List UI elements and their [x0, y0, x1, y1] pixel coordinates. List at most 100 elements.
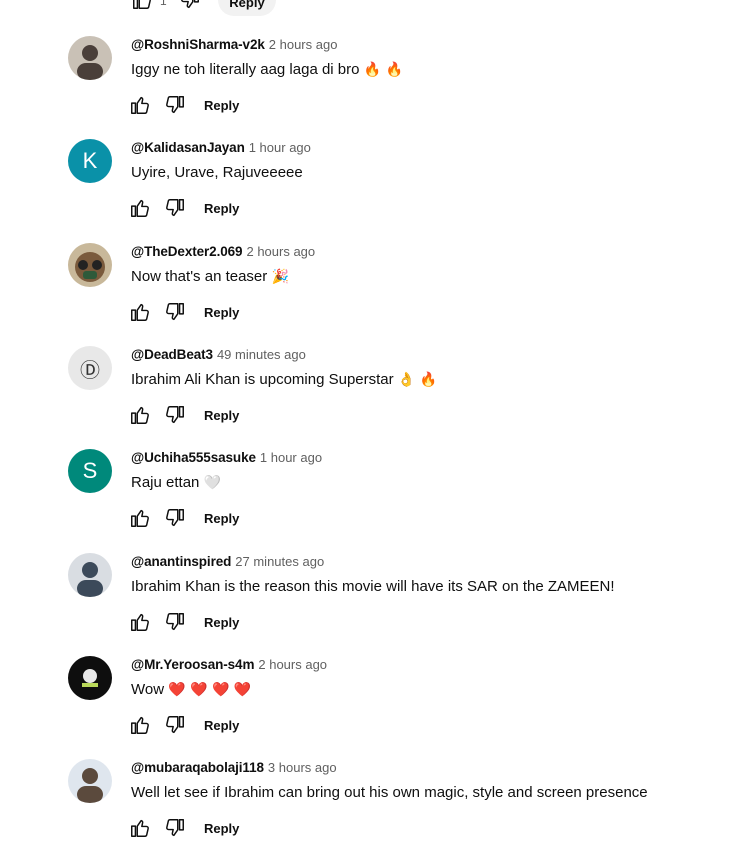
comment-timestamp[interactable]: 2 hours ago [246, 244, 315, 259]
comment-emoji: 🤍 [203, 475, 221, 491]
reply-button[interactable]: Reply [202, 404, 241, 427]
comment-item: Ⓓ @DeadBeat3 49 minutes ago Ibrahim Ali Kha… [68, 346, 738, 446]
thumbs-down-icon [166, 406, 184, 424]
reply-button[interactable]: Reply [218, 0, 276, 16]
comment-text: Raju ettan 🤍 [131, 474, 221, 491]
comment-timestamp[interactable]: 49 minutes ago [217, 347, 306, 362]
comment-actions: Reply [128, 93, 241, 117]
previous-comment-actions: 1 Reply [0, 0, 750, 20]
reply-button[interactable]: Reply [202, 817, 241, 840]
avatar[interactable] [68, 553, 112, 597]
thumbs-up-icon [131, 716, 149, 734]
thumbs-up-icon [131, 819, 149, 837]
thumbs-down-icon [166, 303, 184, 321]
comment-author[interactable]: @Uchiha555sasuke [131, 450, 256, 465]
reply-button[interactable]: Reply [202, 301, 241, 324]
dislike-button[interactable] [163, 300, 187, 324]
comment-header: @TheDexter2.069 2 hours ago [131, 243, 315, 263]
dislike-button[interactable] [163, 93, 187, 117]
comment-item: @mubaraqabolaji118 3 hours ago Well let se… [68, 759, 738, 859]
like-count: 1 [160, 0, 167, 8]
thumbs-up-icon [131, 303, 149, 321]
comment-header: @Mr.Yeroosan-s4m 2 hours ago [131, 656, 327, 676]
reply-button[interactable]: Reply [202, 714, 241, 737]
comment-author[interactable]: @KalidasanJayan [131, 140, 245, 155]
avatar[interactable] [68, 656, 112, 700]
dislike-button[interactable] [163, 713, 187, 737]
comment-author[interactable]: @TheDexter2.069 [131, 244, 243, 259]
comment-author[interactable]: @DeadBeat3 [131, 347, 213, 362]
comment-text: Now that's an teaser 🎉 [131, 268, 289, 285]
like-button[interactable] [128, 610, 152, 634]
comment-timestamp[interactable]: 1 hour ago [249, 140, 311, 155]
comment-timestamp[interactable]: 2 hours ago [269, 37, 338, 52]
reply-button[interactable]: Reply [202, 197, 241, 220]
comment-author[interactable]: @anantinspired [131, 554, 231, 569]
comment-timestamp[interactable]: 1 hour ago [260, 450, 322, 465]
comment-text: Wow ❤️ ❤️ ❤️ ❤️ [131, 681, 251, 698]
avatar-image [68, 553, 112, 597]
dislike-button[interactable] [163, 816, 187, 840]
avatar[interactable]: S [68, 449, 112, 493]
comment-actions: Reply [128, 403, 241, 427]
comment-header: @KalidasanJayan 1 hour ago [131, 139, 311, 159]
comment-header: @DeadBeat3 49 minutes ago [131, 346, 306, 366]
like-button[interactable] [130, 0, 154, 12]
dislike-button[interactable] [163, 506, 187, 530]
comment-emoji: 🔥 🔥 [363, 62, 403, 78]
avatar-logo: Ⓓ [80, 359, 100, 382]
comment-text: Ibrahim Ali Khan is upcoming Superstar 👌… [131, 371, 437, 388]
comment-actions: Reply [128, 610, 241, 634]
comment-body: Ibrahim Ali Khan is upcoming Superstar [131, 371, 394, 388]
like-button[interactable] [128, 403, 152, 427]
thumbs-down-icon [181, 0, 199, 9]
comment-timestamp[interactable]: 2 hours ago [258, 657, 327, 672]
dislike-button[interactable] [163, 196, 187, 220]
thumbs-down-icon [166, 716, 184, 734]
comment-item: K @KalidasanJayan 1 hour ago Uyire, Urave, … [68, 139, 738, 239]
thumbs-down-icon [166, 96, 184, 114]
comment-author[interactable]: @mubaraqabolaji118 [131, 760, 264, 775]
dislike-button[interactable] [178, 0, 202, 12]
comment-header: @mubaraqabolaji118 3 hours ago [131, 759, 337, 779]
thumbs-up-icon [133, 0, 151, 9]
avatar[interactable] [68, 36, 112, 80]
comment-item: @TheDexter2.069 2 hours ago Now that's an … [68, 243, 738, 343]
avatar[interactable] [68, 243, 112, 287]
avatar-letter: K [82, 148, 98, 173]
like-button[interactable] [128, 93, 152, 117]
like-button[interactable] [128, 506, 152, 530]
avatar-image [68, 759, 112, 803]
dislike-button[interactable] [163, 610, 187, 634]
thumbs-up-icon [131, 509, 149, 527]
comment-actions: Reply [128, 713, 241, 737]
thumbs-down-icon [166, 819, 184, 837]
comment-author[interactable]: @RoshniSharma-v2k [131, 37, 265, 52]
comment-body: Now that's an teaser [131, 268, 268, 285]
avatar[interactable]: Ⓓ [68, 346, 112, 390]
dislike-button[interactable] [163, 403, 187, 427]
comment-text: Ibrahim Khan is the reason this movie wi… [131, 578, 615, 595]
thumbs-up-icon [131, 406, 149, 424]
comment-header: @anantinspired 27 minutes ago [131, 553, 324, 573]
avatar[interactable]: K [68, 139, 112, 183]
comment-body: Wow [131, 681, 165, 698]
comment-text: Well let see if Ibrahim can bring out hi… [131, 784, 648, 801]
comment-timestamp[interactable]: 27 minutes ago [235, 554, 324, 569]
reply-button[interactable]: Reply [202, 94, 241, 117]
comment-body: Uyire, Urave, Rajuveeeee [131, 164, 303, 181]
comment-body: Iggy ne toh literally aag laga di bro [131, 61, 360, 78]
reply-button[interactable]: Reply [202, 611, 241, 634]
comment-timestamp[interactable]: 3 hours ago [268, 760, 337, 775]
reply-button[interactable]: Reply [202, 507, 241, 530]
comment-author[interactable]: @Mr.Yeroosan-s4m [131, 657, 254, 672]
like-button[interactable] [128, 816, 152, 840]
thumbs-up-icon [131, 613, 149, 631]
like-button[interactable] [128, 713, 152, 737]
like-button[interactable] [128, 300, 152, 324]
avatar-image [68, 656, 112, 700]
like-button[interactable] [128, 196, 152, 220]
comment-text: Iggy ne toh literally aag laga di bro 🔥 … [131, 61, 403, 78]
comment-actions: Reply [128, 506, 241, 530]
avatar[interactable] [68, 759, 112, 803]
